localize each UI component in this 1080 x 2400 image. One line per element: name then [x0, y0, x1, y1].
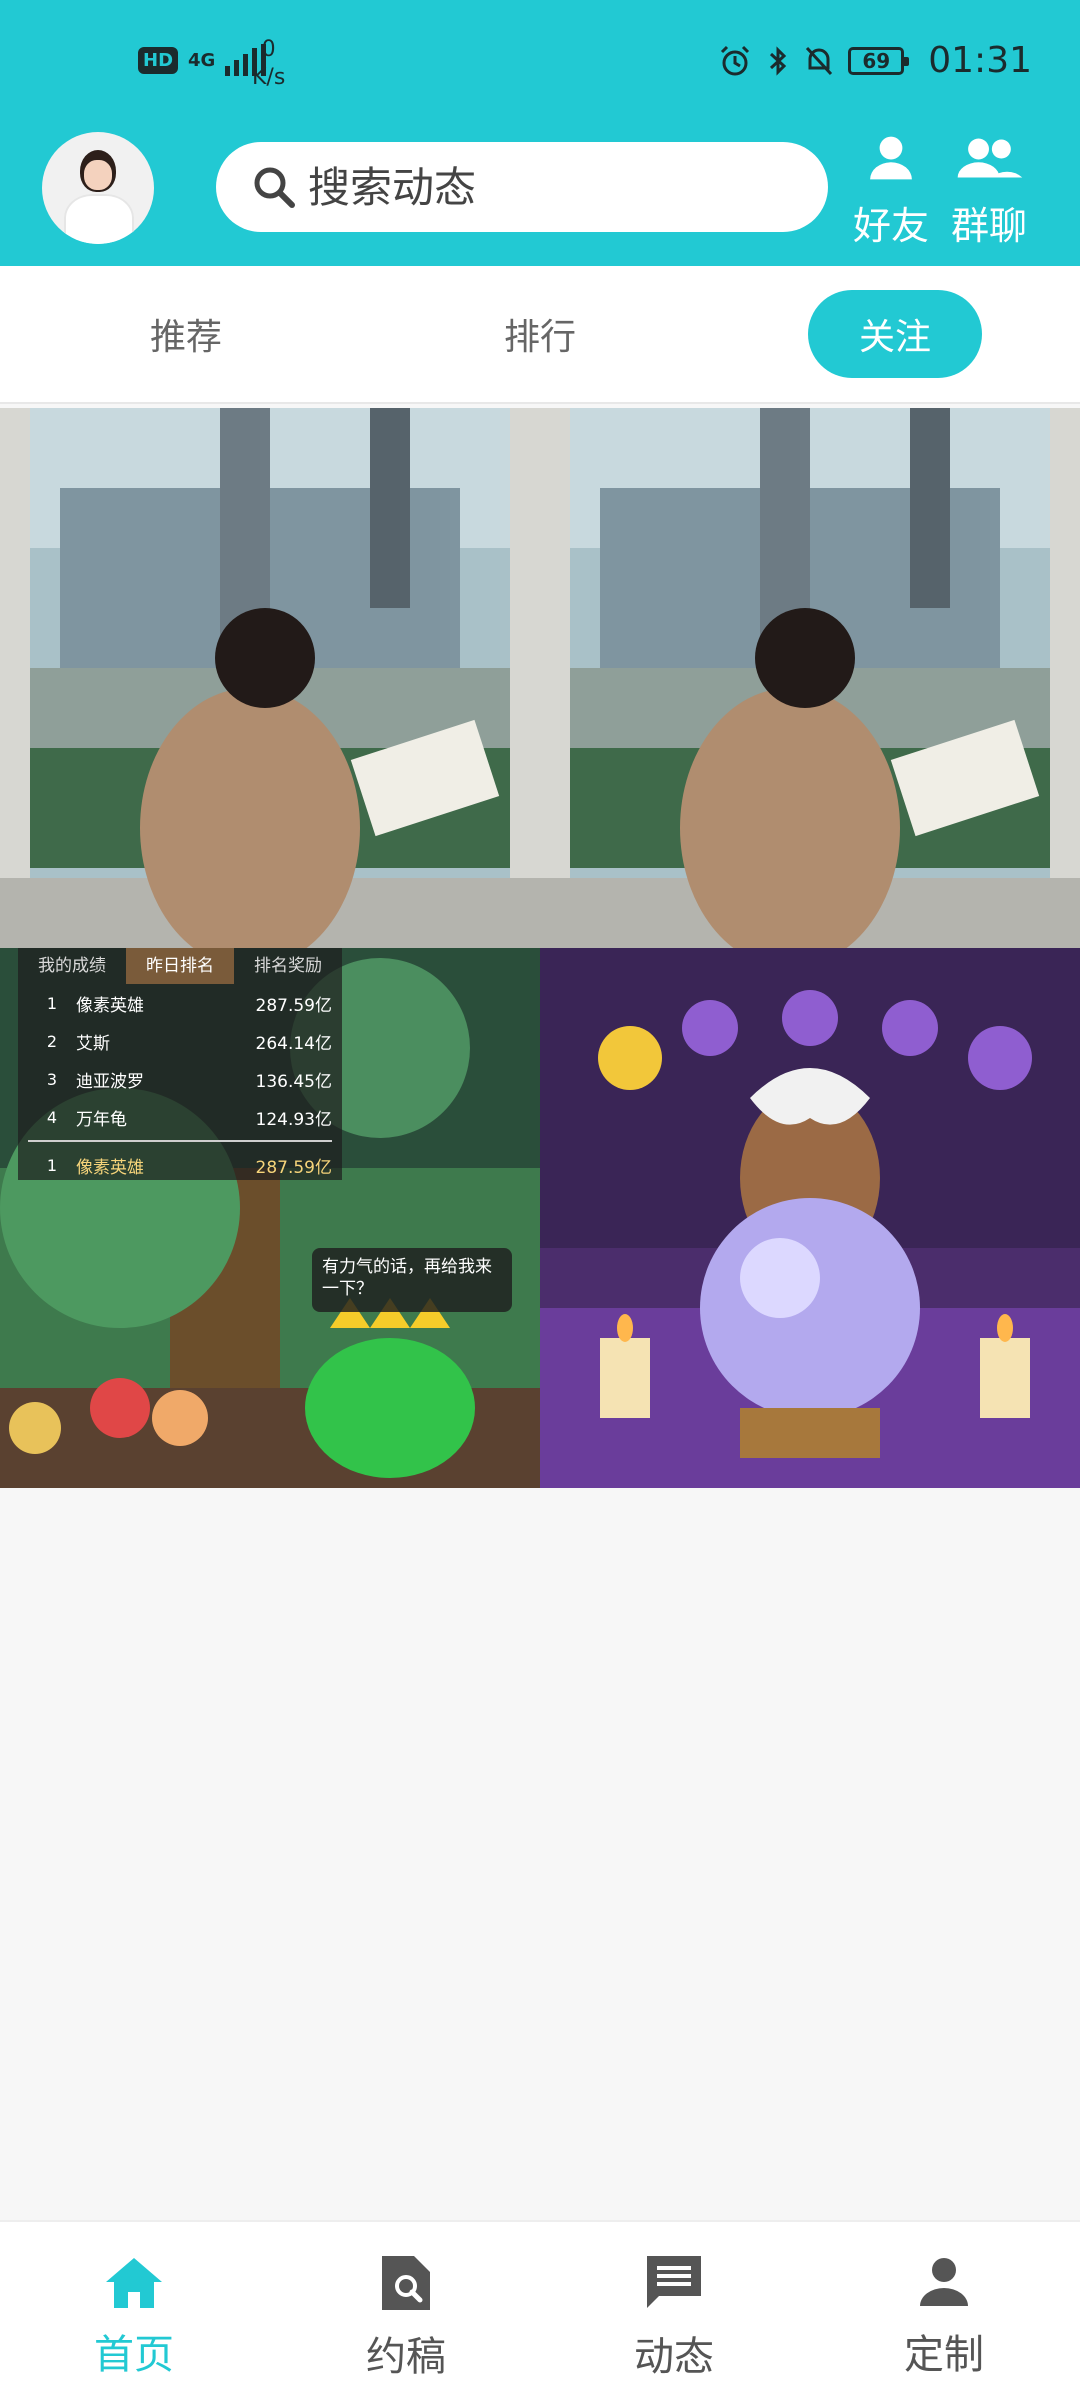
status-bar: HD 4G 0 K/s 69 01:31	[0, 0, 1080, 130]
leaderboard-row: 1 像素英雄 287.59亿	[46, 993, 332, 1016]
friends-button[interactable]: 好友	[846, 130, 936, 250]
nav-custom[interactable]: 定制	[844, 2252, 1044, 2392]
clock: 01:31	[928, 40, 1032, 81]
search-icon	[254, 167, 295, 208]
leaderboard-panel: 我的成绩 昨日排名 排名奖励 1 像素英雄 287.59亿 2 艾斯 264.1…	[18, 948, 342, 1180]
leaderboard-row: 4 万年龟 124.93亿	[46, 1107, 332, 1130]
search-input[interactable]	[308, 162, 778, 212]
post-image-fortune-teller[interactable]	[540, 948, 1080, 1488]
leaderboard-row: 3 迪亚波罗 136.45亿	[46, 1069, 332, 1092]
friend-icon	[870, 136, 912, 180]
leaderboard-row: 2 艾斯 264.14亿	[46, 1031, 332, 1054]
post-image-city-window-2[interactable]	[540, 408, 1080, 948]
tab-bar: 推荐 排行 关注	[0, 266, 1080, 404]
tab-recommend[interactable]: 推荐	[104, 290, 268, 378]
person-icon	[920, 2258, 968, 2306]
leaderboard-tab-my: 我的成绩	[38, 956, 106, 976]
hd-indicator: HD	[138, 46, 179, 74]
post-image-city-window[interactable]	[0, 408, 540, 948]
nav-home[interactable]: 首页	[34, 2252, 234, 2392]
group-chat-button[interactable]: 群聊	[944, 130, 1034, 250]
battery-indicator: 69	[848, 46, 910, 75]
leaderboard-me-row: 1 像素英雄 287.59亿	[46, 1155, 332, 1178]
friends-label: 好友	[852, 204, 929, 248]
mute-bell-icon	[806, 46, 833, 75]
network-speed: 0 K/s	[252, 37, 286, 90]
speech-bubble: 有力气的话，再给我来一下？	[312, 1248, 512, 1312]
post-grid: 我的成绩 昨日排名 排名奖励 1 像素英雄 287.59亿 2 艾斯 264.1…	[0, 408, 1080, 1488]
alarm-icon	[721, 45, 750, 75]
group-icon	[957, 138, 1023, 178]
home-icon	[106, 2258, 162, 2308]
group-chat-label: 群聊	[950, 204, 1027, 248]
network-type: 4G	[188, 49, 216, 71]
document-search-icon	[382, 2256, 430, 2310]
tab-following[interactable]: 关注	[808, 290, 982, 378]
bottom-navigation: 首页 约稿 动态 定制	[0, 2220, 1080, 2400]
search-bar[interactable]	[216, 142, 828, 232]
tab-ranking[interactable]: 排行	[458, 290, 622, 378]
leaderboard-tab-yesterday: 昨日排名	[126, 948, 234, 984]
avatar[interactable]	[42, 132, 154, 244]
post-image-pixel-game[interactable]: 我的成绩 昨日排名 排名奖励 1 像素英雄 287.59亿 2 艾斯 264.1…	[0, 948, 540, 1488]
app-header: HD 4G 0 K/s 69 01:31 搜索动态 好友 群聊	[0, 0, 1080, 266]
nav-commission[interactable]: 约稿	[306, 2252, 506, 2392]
bluetooth-icon	[770, 45, 787, 76]
leaderboard-tab-reward: 排名奖励	[254, 956, 322, 976]
nav-moments[interactable]: 动态	[574, 2252, 774, 2392]
message-icon	[647, 2256, 701, 2308]
